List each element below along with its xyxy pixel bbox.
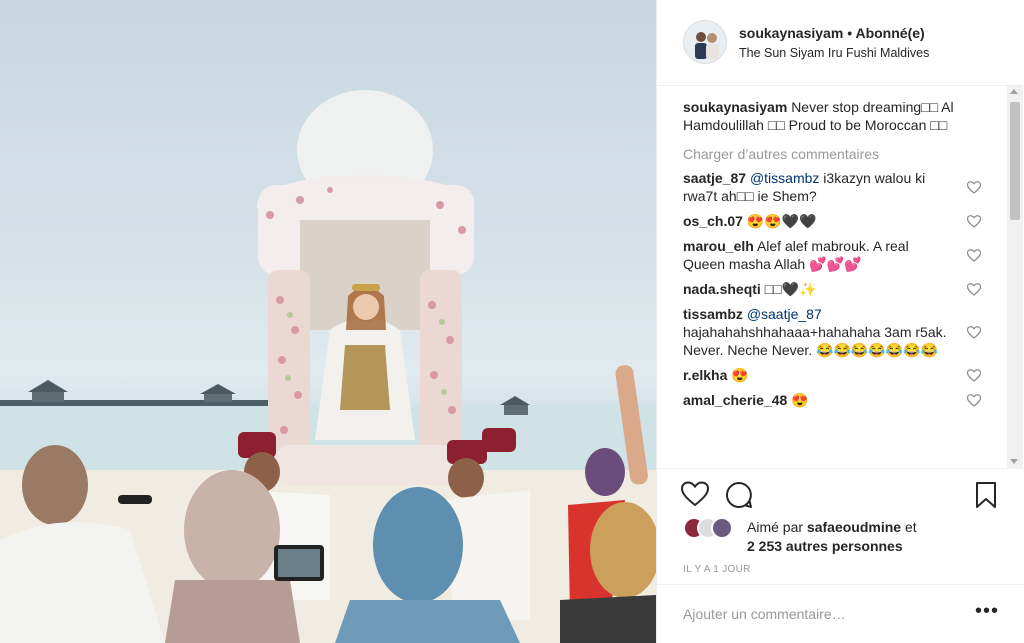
likes-joiner: et	[904, 519, 917, 535]
caption: soukaynasiyam Never stop dreaming□□ Al H…	[683, 98, 983, 134]
comment-username[interactable]: amal_cherie_48	[683, 392, 787, 408]
comment-item: amal_cherie_48 😍	[683, 391, 953, 409]
header-username-line: soukaynasiyam • Abonné(e)	[739, 25, 925, 41]
location-link[interactable]: The Sun Siyam Iru Fushi Maldives	[739, 46, 929, 60]
comment-icon	[726, 482, 752, 508]
scroll-up-arrow-icon[interactable]	[1010, 89, 1018, 94]
avatar[interactable]	[683, 20, 727, 64]
likes-summary: Aimé par safaeoudmine et 2 253 autres pe…	[747, 518, 967, 556]
comment-item: marou_elh Alef alef mabrouk. A real Quee…	[683, 237, 953, 273]
follow-status-button[interactable]: Abonné(e)	[855, 25, 924, 41]
comment-input[interactable]	[683, 603, 963, 625]
comment-username[interactable]: tissambz	[683, 306, 743, 322]
load-more-comments-button[interactable]: Charger d’autres commentaires	[683, 146, 1003, 162]
post-timestamp[interactable]: Il y a 1 jour	[683, 564, 751, 575]
more-options-icon[interactable]: •••	[975, 601, 999, 621]
comment-item: saatje_87 @tissambz i3kazyn walou ki rwa…	[683, 169, 953, 205]
liker-avatar	[711, 517, 733, 539]
comment-item: tissambz @saatje_87 hajahahahshhahaaa+ha…	[683, 305, 953, 359]
comments-list: soukaynasiyam Never stop dreaming□□ Al H…	[683, 98, 1003, 468]
comment-username[interactable]: saatje_87	[683, 170, 746, 186]
avatar-image	[684, 21, 726, 63]
comment-mention[interactable]: @tissambz	[750, 170, 819, 186]
scrollbar-thumb[interactable]	[1010, 102, 1020, 220]
post-photo[interactable]	[0, 0, 656, 643]
wedding-photo	[0, 90, 656, 643]
like-heart-icon[interactable]	[966, 283, 982, 296]
like-heart-icon[interactable]	[966, 369, 982, 382]
comment-button[interactable]	[725, 481, 753, 514]
liker-avatars[interactable]	[683, 517, 743, 541]
comment-text: 😍	[731, 367, 749, 383]
comments-scrollbar[interactable]	[1007, 86, 1023, 468]
post-details-panel: soukaynasiyam • Abonné(e) The Sun Siyam …	[656, 0, 1024, 643]
caption-username[interactable]: soukaynasiyam	[683, 99, 787, 115]
comment-username[interactable]: r.elkha	[683, 367, 727, 383]
like-heart-icon[interactable]	[966, 215, 982, 228]
like-heart-icon[interactable]	[966, 181, 982, 194]
like-heart-icon[interactable]	[966, 249, 982, 262]
like-heart-icon[interactable]	[966, 394, 982, 407]
like-button[interactable]	[680, 481, 710, 512]
comment-item: nada.sheqti □□🖤✨	[683, 280, 953, 298]
scroll-down-arrow-icon[interactable]	[1010, 459, 1018, 464]
comment-mention[interactable]: @saatje_87	[747, 306, 822, 322]
comment-username[interactable]: nada.sheqti	[683, 281, 761, 297]
comment-item: os_ch.07 😍😍🖤🖤	[683, 212, 953, 230]
comment-text: 😍	[791, 392, 809, 408]
comment-text: 😍😍🖤🖤	[746, 213, 817, 229]
post-actions: Aimé par safaeoudmine et 2 253 autres pe…	[657, 468, 1024, 643]
post-header: soukaynasiyam • Abonné(e) The Sun Siyam …	[657, 0, 1024, 86]
comment-text: hajahahahshhahaaa+hahahaha 3am r5ak. Nev…	[683, 324, 947, 358]
comment-item: r.elkha 😍	[683, 366, 953, 384]
likes-prefix: Aimé par	[747, 519, 804, 535]
save-button[interactable]	[975, 481, 997, 514]
bookmark-icon	[976, 482, 996, 508]
likes-username[interactable]: safaeoudmine	[807, 519, 901, 535]
header-username[interactable]: soukaynasiyam	[739, 25, 843, 41]
like-heart-icon[interactable]	[966, 326, 982, 339]
comment-username[interactable]: os_ch.07	[683, 213, 743, 229]
comment-username[interactable]: marou_elh	[683, 238, 754, 254]
comment-text: □□🖤✨	[764, 281, 817, 297]
header-separator: •	[847, 25, 853, 41]
add-comment-bar: •••	[657, 584, 1024, 643]
heart-icon	[680, 481, 710, 507]
likes-others-link[interactable]: 2 253 autres personnes	[747, 538, 903, 554]
